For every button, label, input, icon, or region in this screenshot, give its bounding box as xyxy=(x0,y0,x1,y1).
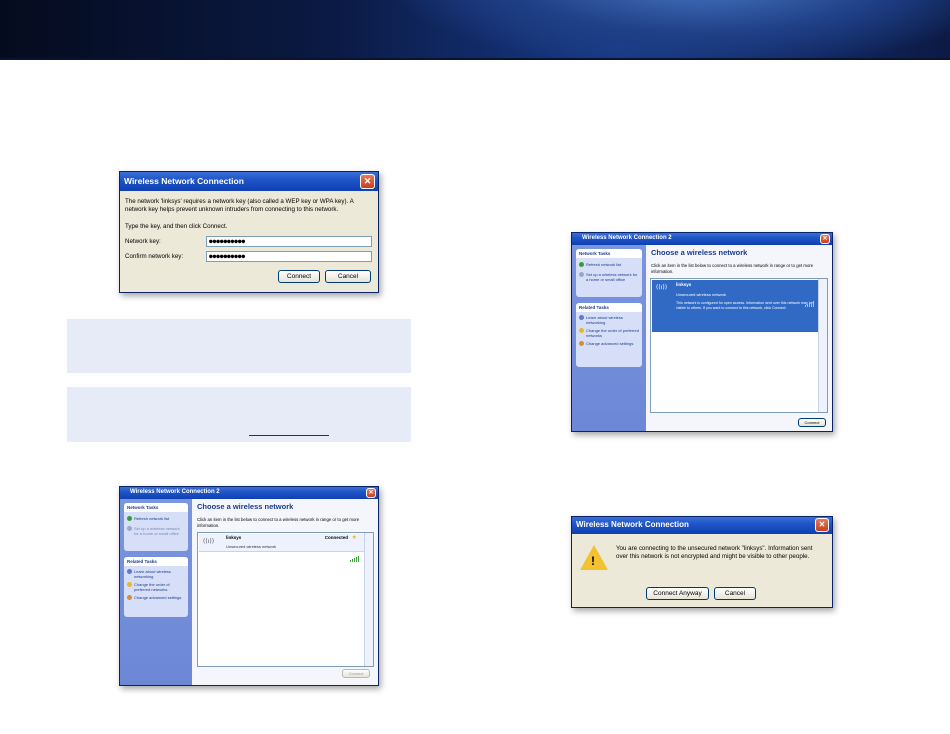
choose-network-titlebar: Wireless Network Connection 2 ✕ xyxy=(120,487,378,499)
confirm-key-input[interactable]: ●●●●●●●●●● xyxy=(206,251,372,262)
advanced-settings-task[interactable]: Change advanced settings xyxy=(127,595,185,600)
change-order-label: Change the order of preferred networks xyxy=(586,328,639,338)
network-key-title: Wireless Network Connection xyxy=(124,176,244,186)
info-icon xyxy=(127,569,132,574)
network-tasks-header: Network Tasks xyxy=(124,503,188,512)
close-icon[interactable]: ✕ xyxy=(366,488,376,498)
setup-icon xyxy=(579,272,584,277)
related-tasks-panel: Related Tasks Learn about wireless netwo… xyxy=(124,557,188,617)
wireless-antenna-icon: ((ı)) xyxy=(203,538,215,545)
refresh-label: Refresh network list xyxy=(134,516,170,521)
change-order-task[interactable]: Change the order of preferred networks xyxy=(579,328,639,338)
signal-strength-icon xyxy=(805,288,815,307)
connect-button[interactable]: Connect xyxy=(342,669,370,678)
choose-network-hint: Click an item in the list below to conne… xyxy=(651,263,814,274)
close-icon[interactable]: ✕ xyxy=(360,174,375,189)
network-security: Unsecured wireless network xyxy=(226,544,277,549)
star-icon: ★ xyxy=(351,534,357,541)
network-list-pane: Choose a wireless network Click an item … xyxy=(646,245,832,431)
task-sidebar: Network Tasks Refresh network list Set u… xyxy=(120,499,192,685)
network-tasks-header: Network Tasks xyxy=(576,249,642,258)
note-link-underline xyxy=(249,435,329,436)
change-order-task[interactable]: Change the order of preferred networks xyxy=(127,582,185,592)
unsecured-title: Wireless Network Connection xyxy=(576,520,689,529)
connect-anyway-button[interactable]: Connect Anyway xyxy=(646,587,709,600)
header-banner xyxy=(0,0,950,58)
cancel-button[interactable]: Cancel xyxy=(714,587,756,600)
network-name: linksys xyxy=(226,535,242,540)
setup-wireless-task[interactable]: Set up a wireless network for a home or … xyxy=(579,272,639,282)
settings-icon xyxy=(127,595,132,600)
note-box xyxy=(67,387,411,442)
choose-network-titlebar: Wireless Network Connection 2 ✕ xyxy=(572,233,832,245)
choose-network-heading: Choose a wireless network xyxy=(197,502,294,511)
connect-button[interactable]: Connect xyxy=(278,270,320,283)
header-divider xyxy=(0,58,950,60)
warning-icon-mark: ! xyxy=(591,554,595,568)
network-tasks-panel: Network Tasks Refresh network list Set u… xyxy=(576,249,642,297)
unsecured-titlebar: Wireless Network Connection ✕ xyxy=(572,517,832,534)
choose-network-window-connected: Wireless Network Connection 2 ✕ Network … xyxy=(119,486,379,686)
network-key-message: The network 'linksys' requires a network… xyxy=(125,198,354,213)
network-listbox[interactable]: ((ı)) linksys Unsecured wireless network… xyxy=(650,278,828,413)
refresh-icon xyxy=(127,516,132,521)
network-row-linksys-selected[interactable]: ((ı)) linksys Unsecured wireless network… xyxy=(652,280,818,332)
choose-network-hint: Click an item in the list below to conne… xyxy=(197,517,360,528)
network-key-instruction: Type the key, and then click Connect. xyxy=(125,223,228,230)
learn-task[interactable]: Learn about wireless networking xyxy=(127,569,185,579)
cancel-button[interactable]: Cancel xyxy=(325,270,371,283)
setup-label: Set up a wireless network for a home or … xyxy=(134,526,180,536)
refresh-network-list-task[interactable]: Refresh network list xyxy=(579,262,639,267)
task-sidebar: Network Tasks Refresh network list Set u… xyxy=(572,245,646,431)
setup-label: Set up a wireless network for a home or … xyxy=(586,272,638,282)
close-icon[interactable]: ✕ xyxy=(815,518,829,532)
learn-label: Learn about wireless networking xyxy=(134,569,171,579)
list-scrollbar[interactable] xyxy=(818,279,827,412)
learn-task[interactable]: Learn about wireless networking xyxy=(579,315,639,325)
signal-strength-icon xyxy=(350,543,360,562)
related-tasks-header: Related Tasks xyxy=(124,557,188,566)
refresh-label: Refresh network list xyxy=(586,262,622,267)
network-list-pane: Choose a wireless network Click an item … xyxy=(192,499,378,685)
choose-network-window-selected: Wireless Network Connection 2 ✕ Network … xyxy=(571,232,833,432)
refresh-network-list-task[interactable]: Refresh network list xyxy=(127,516,185,521)
network-key-input[interactable]: ●●●●●●●●●● xyxy=(206,236,372,247)
network-key-titlebar: Wireless Network Connection ✕ xyxy=(120,172,378,191)
choose-network-heading: Choose a wireless network xyxy=(651,248,748,257)
setup-icon xyxy=(127,526,132,531)
advanced-label: Change advanced settings xyxy=(134,595,182,600)
network-status: Connected xyxy=(324,535,348,540)
network-listbox[interactable]: ((ı)) linksys Unsecured wireless network… xyxy=(197,532,374,667)
star-icon xyxy=(579,328,584,333)
advanced-label: Change advanced settings xyxy=(586,341,634,346)
connect-button[interactable]: Connect xyxy=(798,418,826,427)
refresh-icon xyxy=(579,262,584,267)
network-security: Unsecured wireless network xyxy=(676,292,727,297)
settings-icon xyxy=(579,341,584,346)
info-icon xyxy=(579,315,584,320)
network-row-linksys[interactable]: ((ı)) linksys Unsecured wireless network… xyxy=(199,534,364,562)
choose-network-title: Wireless Network Connection 2 xyxy=(130,489,220,495)
learn-label: Learn about wireless networking xyxy=(586,315,623,325)
confirm-key-label: Confirm network key: xyxy=(125,253,184,260)
note-box xyxy=(67,319,411,373)
close-icon[interactable]: ✕ xyxy=(820,234,830,244)
advanced-settings-task[interactable]: Change advanced settings xyxy=(579,341,639,346)
network-key-label: Network key: xyxy=(125,238,161,245)
network-name: linksys xyxy=(676,282,692,287)
list-scrollbar[interactable] xyxy=(364,533,373,666)
wireless-antenna-icon: ((ı)) xyxy=(656,284,668,291)
change-order-label: Change the order of preferred networks xyxy=(134,582,170,592)
related-tasks-header: Related Tasks xyxy=(576,303,642,312)
choose-network-title: Wireless Network Connection 2 xyxy=(582,235,672,241)
related-tasks-panel: Related Tasks Learn about wireless netwo… xyxy=(576,303,642,367)
unsecured-message: You are connecting to the unsecured netw… xyxy=(616,545,813,560)
unsecured-network-dialog: Wireless Network Connection ✕ ! You are … xyxy=(571,516,833,608)
star-icon xyxy=(127,582,132,587)
network-tasks-panel: Network Tasks Refresh network list Set u… xyxy=(124,503,188,551)
network-key-dialog: Wireless Network Connection ✕ The networ… xyxy=(119,171,379,293)
network-detail: This network is configured for open acce… xyxy=(676,301,813,310)
setup-wireless-task[interactable]: Set up a wireless network for a home or … xyxy=(127,526,185,536)
